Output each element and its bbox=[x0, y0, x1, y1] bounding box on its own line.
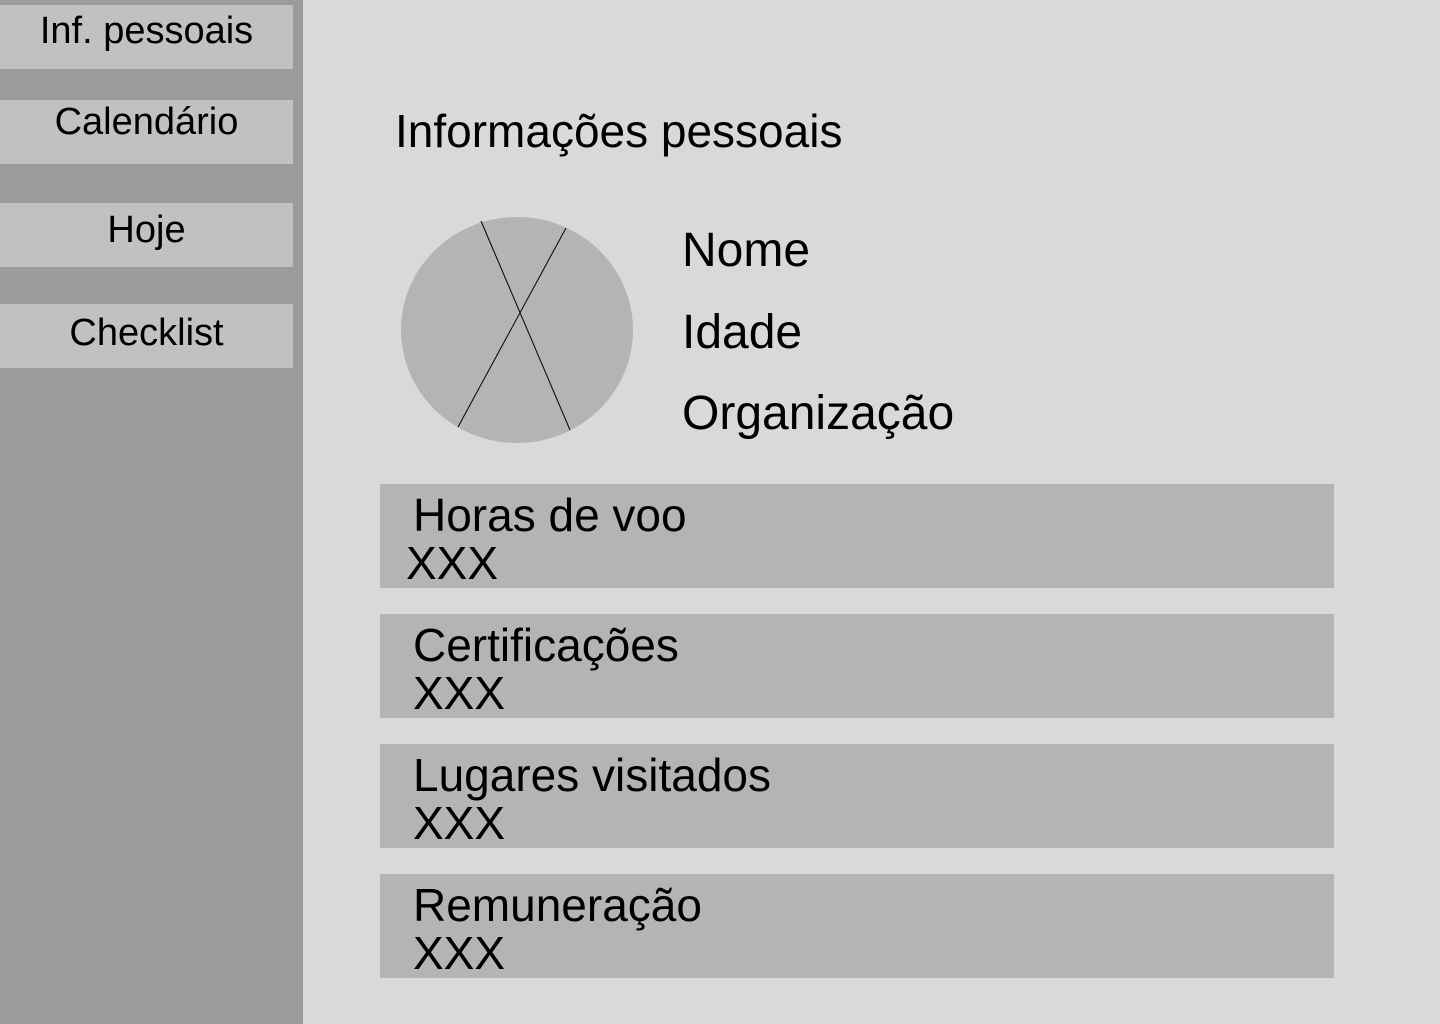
sidebar: Inf. pessoais Calendário Hoje Checklist bbox=[0, 0, 303, 1024]
card-remuneracao: Remuneração XXX bbox=[380, 874, 1334, 978]
card-certificacoes: Certificações XXX bbox=[380, 614, 1334, 718]
card-value: XXX bbox=[413, 667, 506, 719]
card-label: Horas de voo bbox=[413, 489, 687, 541]
app-window: Inf. pessoais Calendário Hoje Checklist … bbox=[0, 0, 1440, 1024]
page-title: Informações pessoais bbox=[395, 105, 843, 157]
sidebar-item-label: Inf. pessoais bbox=[39, 10, 254, 52]
profile-organization: Organização bbox=[682, 387, 955, 440]
sidebar-item-label: Hoje bbox=[107, 209, 186, 251]
card-value: XXX bbox=[413, 927, 506, 979]
card-label: Remuneração bbox=[413, 879, 702, 931]
card-label: Certificações bbox=[413, 619, 679, 671]
profile-age: Idade bbox=[682, 306, 803, 359]
sidebar-item-hoje[interactable]: Hoje bbox=[0, 203, 293, 267]
sidebar-item-calendario[interactable]: Calendário bbox=[0, 100, 293, 164]
card-horas-de-voo: Horas de voo XXX bbox=[380, 484, 1334, 588]
card-lugares-visitados: Lugares visitados XXX bbox=[380, 744, 1334, 848]
profile-name: Nome bbox=[682, 224, 811, 277]
avatar-placeholder-icon bbox=[401, 217, 633, 443]
card-label: Lugares visitados bbox=[413, 749, 771, 801]
sidebar-item-inf-pessoais[interactable]: Inf. pessoais bbox=[0, 5, 293, 69]
sidebar-item-label: Calendário bbox=[54, 101, 239, 143]
sidebar-item-checklist[interactable]: Checklist bbox=[0, 304, 293, 368]
sidebar-item-label: Checklist bbox=[69, 312, 224, 354]
card-value: XXX bbox=[406, 537, 499, 589]
card-value: XXX bbox=[413, 797, 506, 849]
